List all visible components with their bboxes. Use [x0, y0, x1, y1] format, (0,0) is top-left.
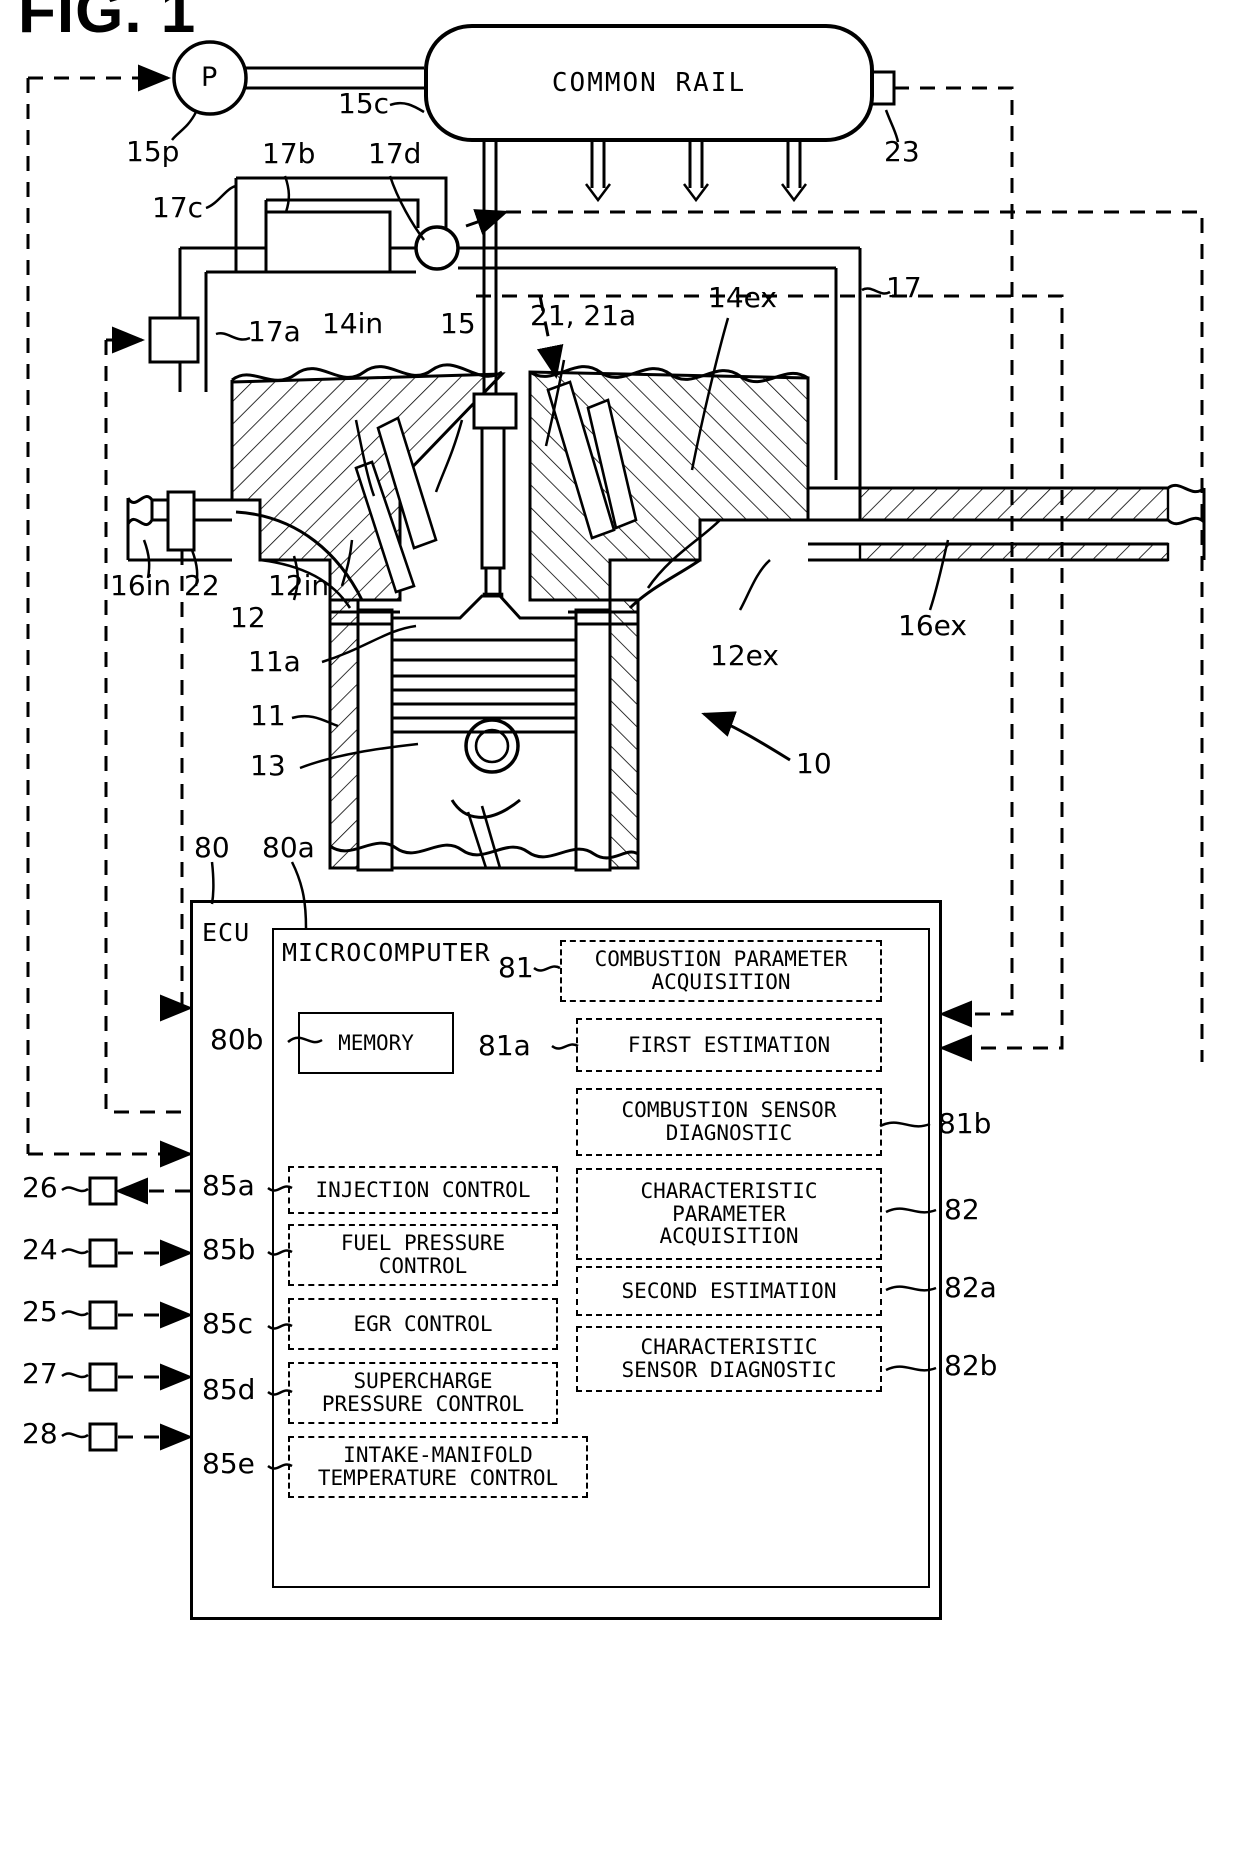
callout-12in: 12in — [268, 569, 330, 602]
callout-27: 27 — [22, 1357, 58, 1390]
callout-16ex: 16ex — [898, 609, 967, 642]
callout-14ex: 14ex — [708, 281, 777, 314]
combustion-sensor-diagnostic-block[interactable]: COMBUSTION SENSOR DIAGNOSTIC — [576, 1088, 882, 1156]
callout-22: 22 — [184, 569, 220, 602]
callout-17c: 17c — [152, 191, 204, 224]
first-estimation-block[interactable]: FIRST ESTIMATION — [576, 1018, 882, 1072]
combustion-parameter-acquisition-block[interactable]: COMBUSTION PARAMETER ACQUISITION — [560, 940, 882, 1002]
callout-15p: 15p — [126, 135, 180, 168]
callout-24: 24 — [22, 1233, 58, 1266]
callout-17a: 17a — [248, 315, 301, 348]
callout-13: 13 — [250, 749, 286, 782]
callout-21-21a: 21, 21a — [530, 299, 637, 332]
callout-11: 11 — [250, 699, 286, 732]
callout-12ex: 12ex — [710, 639, 779, 672]
callout-16in: 16in — [110, 569, 172, 602]
egr-control-block[interactable]: EGR CONTROL — [288, 1298, 558, 1350]
supercharge-pressure-control-block[interactable]: SUPERCHARGE PRESSURE CONTROL — [288, 1362, 558, 1424]
callout-17b: 17b — [262, 137, 316, 170]
callout-28: 28 — [22, 1417, 58, 1450]
characteristic-parameter-acquisition-block[interactable]: CHARACTERISTIC PARAMETER ACQUISITION — [576, 1168, 882, 1260]
callout-26: 26 — [22, 1171, 58, 1204]
callout-23: 23 — [884, 135, 920, 168]
callout-17: 17 — [886, 271, 922, 304]
callout-17d: 17d — [368, 137, 422, 170]
callout-82a: 82a — [944, 1271, 997, 1304]
callout-14in: 14in — [322, 307, 384, 340]
callout-11a: 11a — [248, 645, 301, 678]
callout-15c: 15c — [338, 87, 390, 120]
callout-25: 25 — [22, 1295, 58, 1328]
callout-82b: 82b — [944, 1349, 998, 1382]
fuel-pressure-control-block[interactable]: FUEL PRESSURE CONTROL — [288, 1224, 558, 1286]
callout-10: 10 — [796, 747, 832, 780]
common-rail: COMMON RAIL — [424, 24, 874, 142]
callout-80a: 80a — [262, 831, 315, 864]
ecu-title: ECU — [202, 918, 251, 947]
intake-manifold-temperature-control-block[interactable]: INTAKE-MANIFOLD TEMPERATURE CONTROL — [288, 1436, 588, 1498]
fuel-pump-label: P — [201, 62, 218, 93]
callout-82: 82 — [944, 1193, 980, 1226]
second-estimation-block[interactable]: SECOND ESTIMATION — [576, 1266, 882, 1316]
callout-15: 15 — [440, 307, 476, 340]
callout-81b: 81b — [938, 1107, 992, 1140]
callout-12: 12 — [230, 601, 266, 634]
microcomputer-title: MICROCOMPUTER — [282, 938, 491, 967]
memory-block[interactable]: MEMORY — [298, 1012, 454, 1074]
injection-control-block[interactable]: INJECTION CONTROL — [288, 1166, 558, 1214]
characteristic-sensor-diagnostic-block[interactable]: CHARACTERISTIC SENSOR DIAGNOSTIC — [576, 1326, 882, 1392]
callout-80: 80 — [194, 831, 230, 864]
